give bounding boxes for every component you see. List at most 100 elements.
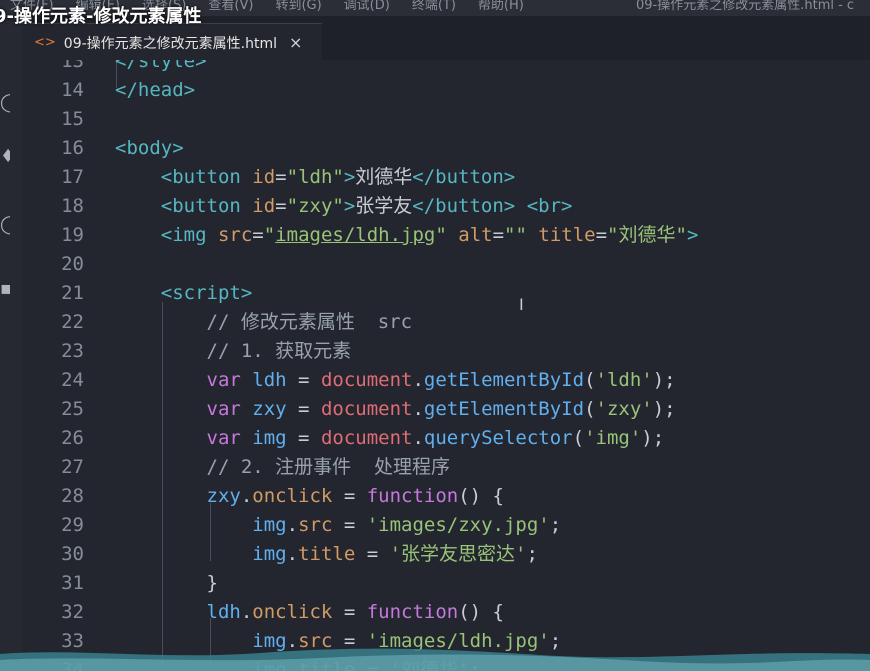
code-token: = xyxy=(355,543,390,565)
code-token: () { xyxy=(458,485,504,507)
code-line[interactable]: 31 } xyxy=(22,569,870,598)
code-text: <img src="images/ldh.jpg" alt="" title="… xyxy=(115,221,699,250)
code-token: ; xyxy=(526,543,538,565)
code-token: function xyxy=(366,485,459,507)
code-token: . xyxy=(412,398,424,420)
code-token: var xyxy=(206,398,253,420)
explorer-icon[interactable]: ◯ xyxy=(0,92,10,113)
code-token: > xyxy=(343,195,356,217)
code-token: images/ldh.jpg xyxy=(275,224,436,246)
code-token: 张学友 xyxy=(355,195,413,217)
code-text: img.title = '张学友思密达'; xyxy=(115,540,538,569)
code-line[interactable]: 32 ldh.onclick = function() { xyxy=(22,598,870,627)
menu-item[interactable]: 查看(V) xyxy=(208,0,253,13)
code-line[interactable]: 14 </head> xyxy=(22,76,870,105)
code-token: <button xyxy=(160,195,253,217)
extensions-icon[interactable]: ▪ xyxy=(0,278,10,299)
code-line[interactable]: 24 var ldh = document.getElementById('ld… xyxy=(22,366,870,395)
code-text: var img = document.querySelector('img'); xyxy=(115,424,665,453)
code-token: onclick xyxy=(252,601,333,623)
code-token: = xyxy=(252,224,264,246)
code-line[interactable]: 13 </style> xyxy=(22,60,870,76)
code-token: var xyxy=(206,427,253,449)
code-token: ); xyxy=(652,369,676,391)
line-number: 25 xyxy=(61,398,84,420)
line-number: 15 xyxy=(61,108,84,130)
code-token: src xyxy=(298,514,333,536)
code-line[interactable]: 15 xyxy=(22,105,870,134)
code-line[interactable]: 23 // 1. 获取元素 xyxy=(22,337,870,366)
code-token: src xyxy=(217,224,253,246)
code-line[interactable]: 18 <button id="zxy">张学友</button> <br> xyxy=(22,192,870,221)
code-token: = xyxy=(595,224,608,246)
code-text: // 修改元素属性 src xyxy=(115,308,413,337)
code-token: function xyxy=(366,601,459,623)
code-token: = xyxy=(286,398,321,420)
code-token: . xyxy=(240,601,253,623)
code-token: . xyxy=(412,427,424,449)
menu-item[interactable]: 转到(G) xyxy=(275,0,321,13)
line-number: 26 xyxy=(61,427,84,449)
code-token: ldh xyxy=(252,369,287,391)
code-token: "ldh" xyxy=(286,166,344,188)
video-overlay-title: 9-操作元素-修改元素属性 xyxy=(0,6,202,27)
code-line[interactable]: 28 zxy.onclick = function() { xyxy=(22,482,870,511)
code-token: ( xyxy=(572,427,585,449)
line-number: 28 xyxy=(61,485,84,507)
code-editor[interactable]: 13 </style> 14 </head> 15 16 <body> 17 <button … xyxy=(22,60,870,671)
debug-icon[interactable]: ◯ xyxy=(0,214,10,235)
code-token: document xyxy=(320,369,413,391)
code-token: img xyxy=(252,514,287,536)
code-token: = xyxy=(332,485,367,507)
code-text: <script> xyxy=(115,279,253,308)
line-number: 24 xyxy=(61,369,84,391)
tab-label: 09-操作元素之修改元素属性.html xyxy=(63,35,278,52)
line-number: 30 xyxy=(61,543,84,565)
code-line[interactable]: 26 var img = document.querySelector('img… xyxy=(22,424,870,453)
code-line[interactable]: 20 xyxy=(22,250,870,279)
code-line[interactable]: 22 // 修改元素属性 src xyxy=(22,308,870,337)
code-token: </head> xyxy=(115,79,196,101)
code-token: 'img' xyxy=(584,427,642,449)
code-token: . xyxy=(286,514,299,536)
code-line[interactable]: 29 img.src = 'images/zxy.jpg'; xyxy=(22,511,870,540)
code-line[interactable]: 25 var zxy = document.getElementById('zx… xyxy=(22,395,870,424)
code-line[interactable]: 27 // 2. 注册事件 处理程序 xyxy=(22,453,870,482)
code-token: = xyxy=(286,369,321,391)
code-line[interactable]: 19 <img src="images/ldh.jpg" alt="" titl… xyxy=(22,221,870,250)
code-line[interactable]: 17 <button id="ldh">刘德华</button> xyxy=(22,163,870,192)
code-token: img xyxy=(252,427,287,449)
video-bottom-wave xyxy=(0,648,870,671)
line-number: 17 xyxy=(61,166,84,188)
code-text: <button id="ldh">刘德华</button> xyxy=(115,163,515,192)
menu-item[interactable]: 帮助(H) xyxy=(478,0,524,13)
menu-item[interactable]: 调试(D) xyxy=(344,0,390,13)
code-token: <img xyxy=(160,224,218,246)
code-token: title xyxy=(538,224,596,246)
line-number: 19 xyxy=(61,224,84,246)
line-number: 22 xyxy=(61,311,84,333)
code-token: = xyxy=(332,601,367,623)
close-icon[interactable]: × xyxy=(289,33,302,52)
code-token: img xyxy=(252,543,287,565)
code-token: </button> xyxy=(412,166,516,188)
code-token: ( xyxy=(584,398,596,420)
code-token: } xyxy=(206,572,218,594)
menu-item[interactable]: 终端(T) xyxy=(412,0,456,13)
code-token: onclick xyxy=(252,485,333,507)
code-line[interactable]: 21 <script> xyxy=(22,279,870,308)
code-token: 'ldh' xyxy=(595,369,653,391)
code-line[interactable]: 30 img.title = '张学友思密达'; xyxy=(22,540,870,569)
tab-file[interactable]: <> 09-操作元素之修改元素属性.html × xyxy=(22,23,322,61)
code-text: </head> xyxy=(115,76,195,105)
line-number: 16 xyxy=(61,137,84,159)
code-line[interactable]: 16 <body> xyxy=(22,134,870,163)
code-text: // 2. 注册事件 处理程序 xyxy=(115,453,451,482)
code-token: document xyxy=(320,427,413,449)
search-icon[interactable]: ♦ xyxy=(0,146,10,167)
